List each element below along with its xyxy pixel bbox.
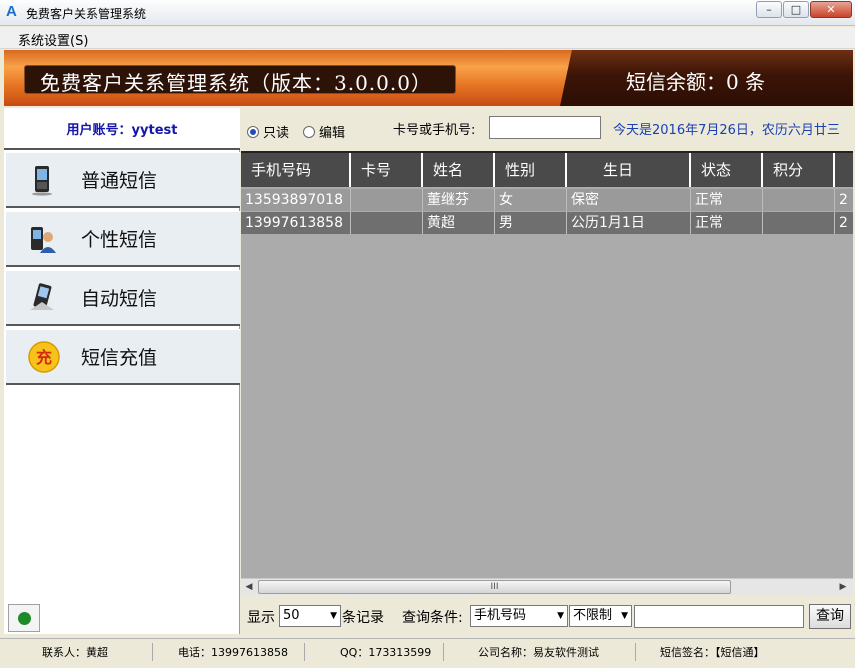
scroll-thumb[interactable]: III (258, 580, 731, 594)
col-gender[interactable]: 性别 (495, 153, 567, 187)
cell-gender: 女 (495, 189, 567, 211)
close-button[interactable]: ✕ (810, 1, 852, 18)
col-phone[interactable]: 手机号码 (241, 153, 351, 187)
edit-radio-dot[interactable] (303, 125, 315, 138)
readonly-label: 只读 (263, 126, 290, 141)
scroll-right-icon[interactable]: ▶ (835, 579, 851, 595)
show-label: 显示 (247, 610, 275, 626)
cell-name: 黄超 (423, 212, 495, 234)
records-label: 条记录 (342, 610, 384, 626)
window-title: 免费客户关系管理系统 (26, 7, 147, 21)
nav-personal-sms[interactable]: 个性短信 (6, 211, 240, 267)
nav-normal-sms-label: 普通短信 (81, 170, 158, 192)
readonly-radio-dot[interactable] (247, 125, 259, 138)
nav-sms-recharge-label: 短信充值 (81, 347, 158, 369)
col-status[interactable]: 状态 (691, 153, 763, 187)
cell-birthday: 保密 (567, 189, 691, 211)
cell-card (351, 212, 423, 234)
edit-label: 编辑 (319, 126, 346, 141)
status-divider (443, 643, 444, 661)
app-logo-icon: A (6, 3, 17, 20)
title-bar: A 免费客户关系管理系统 – □ ✕ (0, 0, 855, 26)
page-size-value: 50 (283, 608, 300, 623)
query-button[interactable]: 查询 (809, 604, 851, 629)
table-row[interactable]: 13593897018 董继芬 女 保密 正常 2 (241, 189, 853, 211)
status-signature: 短信签名：【短信通】 (660, 646, 765, 659)
status-company: 公司名称：易友软件测试 (478, 646, 599, 659)
maximize-button[interactable]: □ (783, 1, 809, 18)
page-size-select[interactable]: 50 ▼ (279, 605, 341, 627)
cell-phone: 13593897018 (241, 189, 351, 211)
cell-extra: 2 (839, 192, 848, 208)
nav-auto-sms[interactable]: 自动短信 (6, 270, 240, 326)
query-bar: 显示 50 ▼ 条记录 查询条件: 手机号码 ▼ 不限制 ▼ 查询 (241, 597, 853, 635)
status-divider (152, 643, 153, 661)
cell-gender: 男 (495, 212, 567, 234)
limit-select[interactable]: 不限制 ▼ (569, 605, 632, 627)
scroll-left-icon[interactable]: ◀ (241, 579, 257, 595)
nav-auto-sms-label: 自动短信 (81, 288, 158, 310)
query-condition-value: 手机号码 (474, 608, 527, 623)
nav-normal-sms[interactable]: 普通短信 (6, 152, 240, 208)
auto-phone-icon (28, 282, 56, 314)
status-divider (304, 643, 305, 661)
col-birthday[interactable]: 生日 (567, 153, 691, 187)
status-divider (635, 643, 636, 661)
table-header: 手机号码 卡号 姓名 性别 生日 状态 积分 (241, 153, 853, 187)
query-input[interactable] (634, 605, 804, 628)
user-account: 用户账号：yytest (4, 108, 240, 150)
card-or-phone-input[interactable] (489, 116, 601, 139)
filter-toolbar: 只读 编辑 卡号或手机号: 今天是2016年7月26日，农历六月廿三 (241, 108, 853, 150)
svg-text:充: 充 (36, 348, 52, 367)
today-date-text: 今天是2016年7月26日，农历六月廿三 (613, 123, 840, 138)
col-card[interactable]: 卡号 (351, 153, 423, 187)
chevron-down-icon: ▼ (621, 611, 628, 621)
status-bar: 联系人：黄超 电话：13997613858 QQ：173313599 公司名称：… (0, 638, 855, 668)
nav-sms-recharge[interactable]: 充 短信充值 (6, 329, 240, 385)
status-qq: QQ：173313599 (340, 646, 432, 659)
nav-personal-sms-label: 个性短信 (81, 229, 158, 251)
col-points[interactable]: 积分 (763, 153, 835, 187)
user-phone-icon (28, 223, 56, 255)
menu-system-settings[interactable]: 系统设置(S) (18, 30, 88, 49)
chevron-down-icon: ▼ (330, 611, 337, 621)
cell-phone: 13997613858 (241, 212, 351, 234)
query-condition-select[interactable]: 手机号码 ▼ (470, 605, 568, 627)
status-phone: 电话：13997613858 (178, 646, 288, 659)
col-extra[interactable] (835, 153, 853, 187)
cell-status: 正常 (691, 189, 763, 211)
sidebar: 用户账号：yytest 普通短信 个性短信 自动短信 充 短信充值 (4, 108, 240, 634)
cell-points (763, 212, 835, 234)
header-banner: 免费客户关系管理系统（版本：3.0.0.0） 短信余额：0 条 (4, 50, 853, 106)
cell-birthday: 公历1月1日 (567, 212, 691, 234)
menu-bar: 系统设置(S) (0, 27, 855, 49)
cell-card (351, 189, 423, 211)
horizontal-scrollbar[interactable]: ◀ III ▶ (241, 578, 853, 595)
sms-balance: 短信余额：0 条 (626, 70, 766, 94)
readonly-radio[interactable]: 只读 (247, 122, 289, 141)
app-title: 免费客户关系管理系统（版本：3.0.0.0） (40, 71, 432, 95)
chevron-down-icon: ▼ (557, 611, 564, 621)
minimize-button[interactable]: – (756, 1, 782, 18)
table-row[interactable]: 13997613858 黄超 男 公历1月1日 正常 2 (241, 212, 853, 234)
limit-value: 不限制 (573, 608, 613, 623)
recharge-icon: 充 (28, 341, 60, 373)
cell-name: 董继芬 (423, 189, 495, 211)
customer-table: 手机号码 卡号 姓名 性别 生日 状态 积分 13593897018 董继芬 女… (241, 151, 853, 578)
edit-radio[interactable]: 编辑 (303, 122, 345, 141)
phone-icon (28, 164, 56, 196)
cell-points (763, 189, 835, 211)
status-contact: 联系人：黄超 (42, 646, 108, 659)
col-name[interactable]: 姓名 (423, 153, 495, 187)
query-condition-label: 查询条件: (402, 610, 463, 626)
online-status-indicator (8, 604, 40, 632)
card-or-phone-label: 卡号或手机号: (393, 123, 476, 138)
cell-extra: 2 (839, 215, 848, 231)
cell-status: 正常 (691, 212, 763, 234)
